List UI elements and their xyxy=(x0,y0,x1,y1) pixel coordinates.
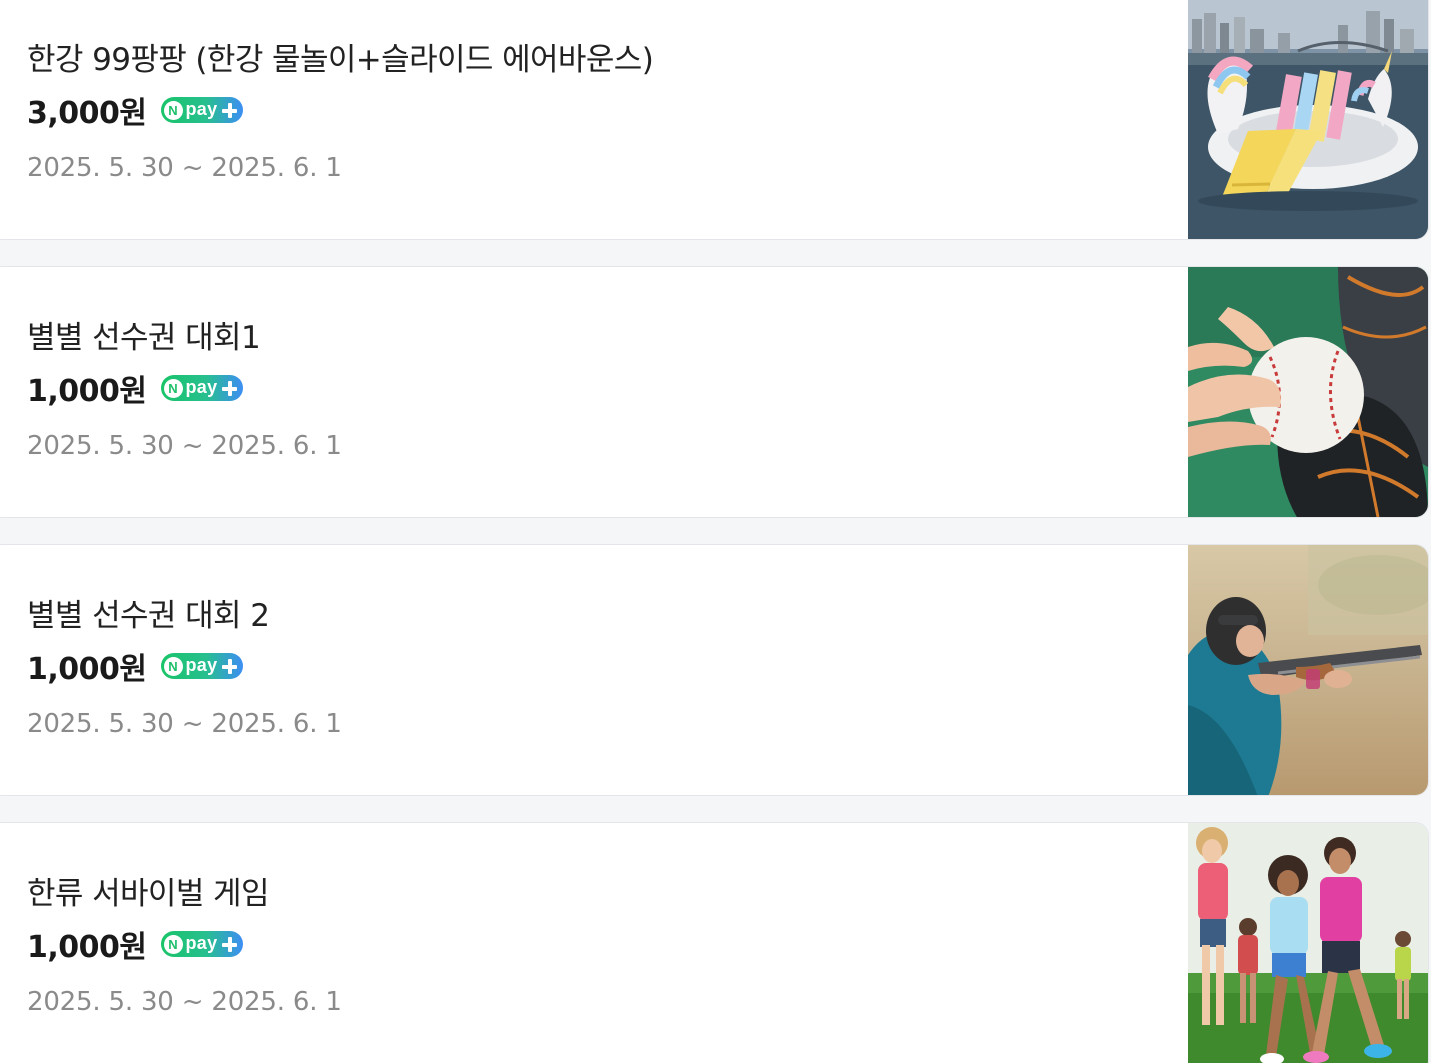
hand-holding-baseball-with-glove-image[interactable] xyxy=(1188,267,1428,517)
program-price: 1,000원 xyxy=(27,374,147,409)
plus-icon xyxy=(220,935,239,954)
program-card[interactable]: 한강 99팡팡 (한강 물놀이+슬라이드 에어바운스) 3,000원 N pay… xyxy=(0,0,1429,240)
plus-icon xyxy=(220,657,239,676)
program-title[interactable]: 한류 서바이벌 게임 xyxy=(27,868,269,913)
program-card-text: 한강 99팡팡 (한강 물놀이+슬라이드 에어바운스) 3,000원 N pay… xyxy=(27,0,1167,239)
program-title[interactable]: 별별 선수권 대회 2 xyxy=(27,590,270,635)
npay-plus-badge: N pay xyxy=(160,375,244,401)
npay-label: pay xyxy=(185,932,218,953)
npay-plus-badge: N pay xyxy=(160,653,244,679)
npay-n-icon: N xyxy=(163,656,183,676)
children-running-on-grass-image[interactable] xyxy=(1188,823,1428,1063)
program-price: 1,000원 xyxy=(27,930,147,965)
price-row: 1,000원 N pay xyxy=(27,924,244,965)
npay-label: pay xyxy=(185,654,218,675)
program-dates: 2025. 5. 30 ~ 2025. 6. 1 xyxy=(27,431,342,461)
inflatable-unicorn-slide-on-river-image[interactable] xyxy=(1188,0,1428,239)
program-dates: 2025. 5. 30 ~ 2025. 6. 1 xyxy=(27,709,342,739)
program-list: 한강 99팡팡 (한강 물놀이+슬라이드 에어바운스) 3,000원 N pay… xyxy=(0,0,1431,1063)
npay-n-icon: N xyxy=(163,934,183,954)
npay-n-icon: N xyxy=(163,100,183,120)
price-row: 1,000원 N pay xyxy=(27,646,244,687)
program-price: 1,000원 xyxy=(27,652,147,687)
npay-plus-badge: N pay xyxy=(160,97,244,123)
price-row: 3,000원 N pay xyxy=(27,90,244,131)
program-card[interactable]: 별별 선수권 대회 2 1,000원 N pay 2025. 5. 30 ~ 2… xyxy=(0,544,1429,796)
price-row: 1,000원 N pay xyxy=(27,368,244,409)
child-aiming-shotgun-image[interactable] xyxy=(1188,545,1428,795)
program-card[interactable]: 별별 선수권 대회1 1,000원 N pay 2025. 5. 30 ~ 20… xyxy=(0,266,1429,518)
program-price: 3,000원 xyxy=(27,96,147,131)
program-dates: 2025. 5. 30 ~ 2025. 6. 1 xyxy=(27,153,342,183)
program-card-text: 별별 선수권 대회1 1,000원 N pay 2025. 5. 30 ~ 20… xyxy=(27,267,1167,517)
program-card[interactable]: 한류 서바이벌 게임 1,000원 N pay 2025. 5. 30 ~ 20… xyxy=(0,822,1429,1063)
program-card-text: 별별 선수권 대회 2 1,000원 N pay 2025. 5. 30 ~ 2… xyxy=(27,545,1167,795)
npay-label: pay xyxy=(185,98,218,119)
plus-icon xyxy=(220,379,239,398)
program-card-text: 한류 서바이벌 게임 1,000원 N pay 2025. 5. 30 ~ 20… xyxy=(27,823,1167,1063)
npay-n-icon: N xyxy=(163,378,183,398)
program-title[interactable]: 별별 선수권 대회1 xyxy=(27,312,261,357)
npay-plus-badge: N pay xyxy=(160,931,244,957)
program-title[interactable]: 한강 99팡팡 (한강 물놀이+슬라이드 에어바운스) xyxy=(27,34,654,79)
program-dates: 2025. 5. 30 ~ 2025. 6. 1 xyxy=(27,987,342,1017)
npay-label: pay xyxy=(185,376,218,397)
plus-icon xyxy=(220,101,239,120)
